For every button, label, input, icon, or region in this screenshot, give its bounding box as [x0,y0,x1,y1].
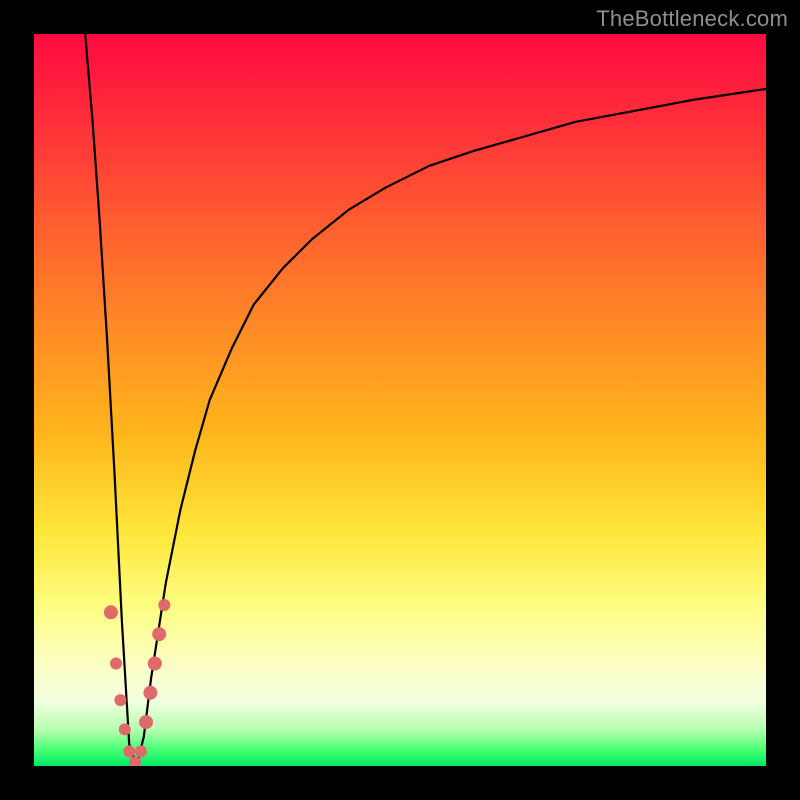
chart-svg [34,34,766,766]
attribution-text: TheBottleneck.com [596,6,788,32]
curve-marker [135,745,147,757]
curve-path [85,34,766,766]
curve-marker [148,657,162,671]
curve-marker [110,658,122,670]
curve-marker [143,686,157,700]
curve-marker [152,627,166,641]
curve-marker [104,605,118,619]
curve-marker [123,745,135,757]
curve-marker [139,715,153,729]
curve-marker [119,723,131,735]
chart-plot-area [34,34,766,766]
bottleneck-curve [85,34,766,766]
curve-marker [114,694,126,706]
curve-marker [158,599,170,611]
